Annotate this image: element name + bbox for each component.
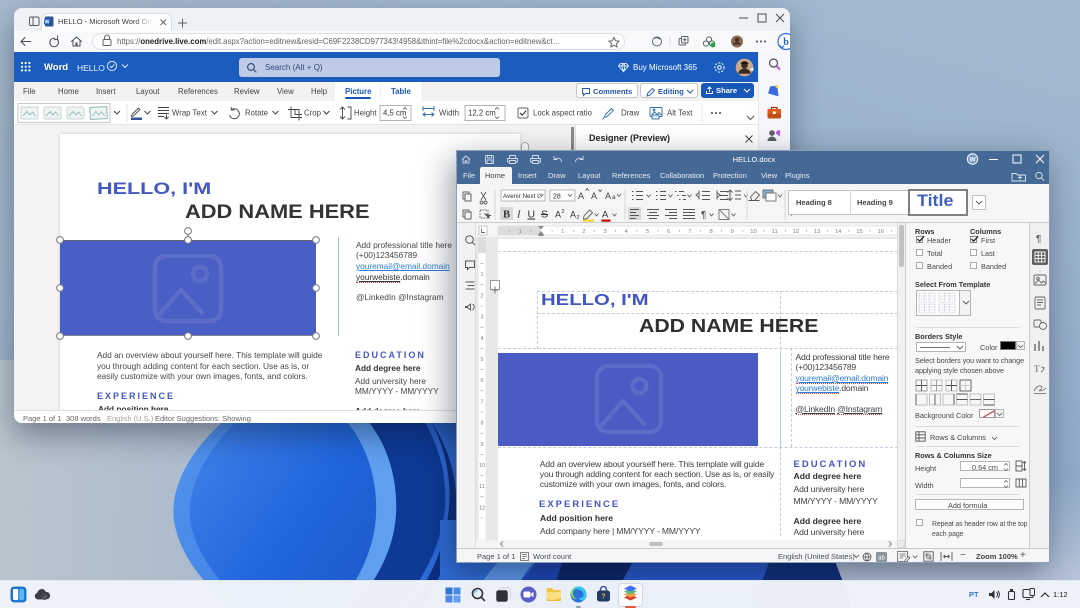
- svg-text:6: 6: [480, 378, 483, 384]
- svg-text:?: ?: [601, 594, 605, 601]
- svg-text:3: 3: [480, 315, 483, 321]
- svg-text:ab: ab: [878, 555, 885, 561]
- svg-text:B: B: [503, 210, 510, 221]
- svg-text:Crop: Crop: [304, 109, 322, 118]
- svg-text:2: 2: [562, 209, 565, 215]
- svg-text:8: 8: [480, 421, 483, 427]
- svg-text:Rotate: Rotate: [245, 109, 268, 118]
- svg-text:A: A: [578, 191, 584, 201]
- svg-text:A: A: [605, 191, 611, 201]
- svg-text:1: 1: [480, 272, 483, 278]
- svg-text:16: 16: [877, 229, 883, 235]
- svg-text:¶: ¶: [1036, 234, 1041, 245]
- svg-text:9: 9: [480, 442, 483, 448]
- svg-text:14: 14: [835, 229, 842, 235]
- svg-text:7: 7: [688, 229, 691, 235]
- svg-text:10: 10: [750, 229, 756, 235]
- svg-text:2: 2: [480, 293, 483, 299]
- svg-text:2: 2: [582, 229, 585, 235]
- svg-text:8: 8: [709, 229, 712, 235]
- svg-text:13: 13: [814, 229, 820, 235]
- svg-text:W: W: [44, 19, 50, 25]
- svg-text:¶: ¶: [701, 210, 706, 221]
- svg-text:U: U: [528, 209, 536, 221]
- svg-text:Lock aspect ratio: Lock aspect ratio: [533, 109, 593, 118]
- svg-text:Wrap Text: Wrap Text: [172, 109, 208, 118]
- svg-text:Height: Height: [354, 109, 377, 118]
- svg-text:A: A: [591, 191, 597, 201]
- svg-text:7: 7: [480, 399, 483, 405]
- svg-text:A: A: [555, 210, 561, 220]
- svg-text:1: 1: [519, 229, 522, 235]
- svg-text:15: 15: [856, 229, 862, 235]
- svg-text:11: 11: [479, 484, 485, 490]
- svg-text:6: 6: [667, 229, 670, 235]
- svg-text:Alt Text: Alt Text: [667, 109, 693, 118]
- svg-text:12,2 cm: 12,2 cm: [468, 109, 496, 118]
- svg-text:I: I: [516, 210, 521, 221]
- svg-text:9: 9: [731, 229, 734, 235]
- svg-text:HELLO.docx: HELLO.docx: [733, 155, 776, 164]
- svg-text:12: 12: [479, 505, 485, 511]
- svg-text:2: 2: [577, 215, 580, 221]
- svg-text:3: 3: [603, 229, 606, 235]
- svg-text:Draw: Draw: [621, 109, 640, 118]
- svg-text:4: 4: [480, 336, 483, 342]
- svg-text:A: A: [602, 210, 609, 221]
- svg-text:A: A: [570, 210, 576, 220]
- svg-text:S: S: [541, 209, 548, 221]
- svg-text:W: W: [969, 157, 976, 164]
- svg-text:Width: Width: [439, 109, 459, 118]
- svg-text:Avenir Next L’: Avenir Next L’: [503, 193, 542, 200]
- svg-text:4,5 cm: 4,5 cm: [383, 109, 406, 118]
- svg-text:b: b: [783, 37, 789, 48]
- svg-text:10: 10: [479, 463, 485, 469]
- svg-text:11: 11: [772, 229, 778, 235]
- svg-text:5: 5: [480, 357, 483, 363]
- svg-text:12: 12: [793, 229, 799, 235]
- svg-text:a: a: [612, 194, 616, 201]
- svg-text:T: T: [1034, 364, 1040, 374]
- svg-text:5: 5: [646, 229, 649, 235]
- svg-text:1: 1: [561, 229, 564, 235]
- svg-text:28: 28: [553, 194, 561, 201]
